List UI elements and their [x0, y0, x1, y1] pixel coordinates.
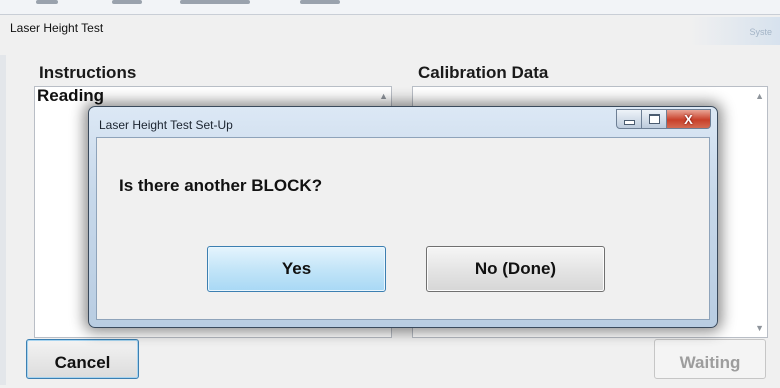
- dialog-title: Laser Height Test Set-Up: [99, 118, 233, 132]
- dialog-question: Is there another BLOCK?: [119, 176, 323, 195]
- scroll-down-icon[interactable]: ▼: [755, 323, 764, 333]
- menu-fragment: [36, 0, 58, 4]
- dialog-body: Is there another BLOCK? Yes No (Done): [96, 137, 710, 320]
- caption-buttons: X: [616, 109, 711, 129]
- maximize-button[interactable]: [642, 109, 667, 129]
- no-done-button[interactable]: No (Done): [426, 246, 605, 292]
- window-title: Laser Height Test: [10, 21, 104, 35]
- background-window-title-text: Syste: [749, 27, 772, 37]
- menu-fragment: [112, 0, 142, 4]
- maximize-icon: [648, 114, 660, 124]
- minimize-icon: [623, 119, 635, 125]
- scroll-up-icon[interactable]: ▲: [379, 91, 388, 101]
- setup-dialog: Laser Height Test Set-Up X Is there anot…: [88, 106, 718, 328]
- scroll-up-icon[interactable]: ▲: [755, 91, 764, 101]
- yes-button[interactable]: Yes: [207, 246, 386, 292]
- close-button[interactable]: X: [667, 109, 711, 129]
- cancel-button[interactable]: Cancel: [26, 339, 139, 379]
- close-icon: X: [684, 111, 693, 127]
- instructions-text: Reading: [37, 86, 105, 105]
- instructions-label: Instructions: [39, 63, 137, 82]
- window-left-edge: [0, 55, 6, 385]
- background-window-title-fragment: Syste: [690, 17, 780, 45]
- menu-fragment: [300, 0, 340, 4]
- minimize-button[interactable]: [616, 109, 642, 129]
- calibration-data-label: Calibration Data: [418, 63, 549, 82]
- waiting-button[interactable]: Waiting: [654, 339, 766, 379]
- menu-strip-remnant: [0, 0, 780, 14]
- menu-fragment: [180, 0, 250, 4]
